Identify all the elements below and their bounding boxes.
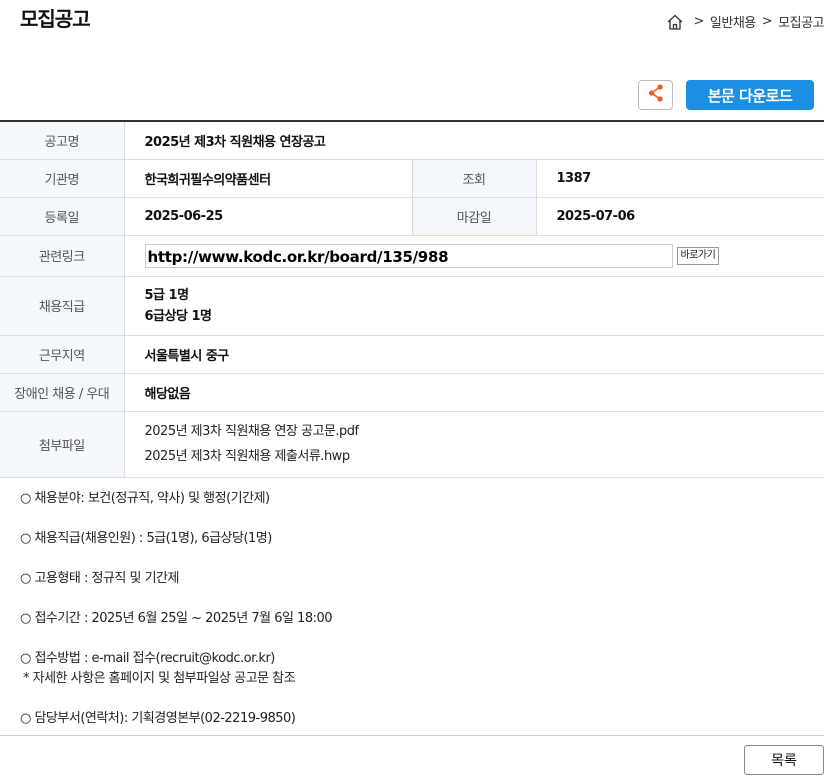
attachments-cell: 2025년 제3차 직원채용 연장 공고문.pdf 2025년 제3차 직원채용… — [124, 411, 824, 478]
attachment-link[interactable]: 2025년 제3차 직원채용 제출서류.hwp — [145, 444, 824, 469]
posting-info-table: 공고명 2025년 제3차 직원채용 연장공고 기관명 한국희귀필수의약품센터 … — [0, 120, 824, 478]
posting-title-value: 2025년 제3차 직원채용 연장공고 — [124, 121, 824, 160]
detail-note: * 자세한 사항은 홈페이지 및 첨부파일상 공고문 참조 — [23, 671, 296, 686]
detail-grade: ○ 채용직급(채용인원) : 5급(1명), 6급상당(1명) — [20, 531, 272, 546]
home-icon[interactable] — [666, 13, 684, 31]
breadcrumb: > 일반채용 > 모집공고 — [666, 12, 824, 31]
hiring-grade-label: 채용직급 — [0, 276, 125, 336]
table-row: 공고명 2025년 제3차 직원채용 연장공고 — [0, 121, 824, 160]
breadcrumb-item-recruitment[interactable]: 모집공고 — [778, 12, 824, 31]
share-icon — [647, 83, 665, 107]
work-location-value: 서울특별시 중구 — [124, 335, 824, 374]
registration-date-label: 등록일 — [0, 197, 125, 236]
views-label: 조회 — [412, 159, 537, 198]
disability-preference-value: 해당없음 — [124, 373, 824, 412]
organization-value: 한국희귀필수의약품센터 — [124, 159, 413, 198]
breadcrumb-item-general-hiring[interactable]: 일반채용 — [710, 12, 756, 31]
disability-preference-label: 장애인 채용 / 우대 — [0, 373, 125, 412]
divider — [0, 735, 824, 736]
related-link-field[interactable]: http://www.kodc.or.kr/board/135/988 — [144, 243, 673, 268]
table-row: 관련링크 http://www.kodc.or.kr/board/135/988… — [0, 235, 824, 277]
attachment-link[interactable]: 2025년 제3차 직원채용 연장 공고문.pdf — [145, 419, 824, 444]
work-location-label: 근무지역 — [0, 335, 125, 374]
detail-application-period: ○ 접수기간 : 2025년 6월 25일 ~ 2025년 7월 6일 18:0… — [20, 611, 333, 626]
download-body-button[interactable]: 본문 다운로드 — [686, 80, 814, 110]
table-row: 장애인 채용 / 우대 해당없음 — [0, 373, 824, 412]
table-row: 기관명 한국희귀필수의약품센터 조회 1387 — [0, 159, 824, 198]
share-button[interactable] — [638, 80, 673, 110]
list-button[interactable]: 목록 — [744, 745, 824, 775]
hiring-grade-item: 5급 1명 — [144, 287, 190, 303]
views-value: 1387 — [536, 159, 824, 198]
table-row: 근무지역 서울특별시 중구 — [0, 335, 824, 374]
table-row: 채용직급 5급 1명 6급상당 1명 — [0, 276, 824, 336]
hiring-grade-cell: 5급 1명 6급상당 1명 — [124, 276, 824, 336]
table-row: 등록일 2025-06-25 마감일 2025-07-06 — [0, 197, 824, 236]
posting-title-label: 공고명 — [0, 121, 125, 160]
go-link-button[interactable]: 바로가기 — [676, 246, 720, 265]
hiring-grade-item: 6급상당 1명 — [144, 308, 212, 324]
attachments-label: 첨부파일 — [0, 411, 125, 478]
organization-label: 기관명 — [0, 159, 125, 198]
detail-employment-type: ○ 고용형태 : 정규직 및 기간제 — [20, 571, 179, 586]
detail-contact: ○ 담당부서(연락처): 기획경영본부(02-2219-9850) — [20, 711, 296, 726]
detail-field: ○ 채용분야: 보건(정규직, 약사) 및 행정(기간제) — [20, 491, 270, 506]
breadcrumb-separator: > — [693, 14, 705, 29]
breadcrumb-separator: > — [761, 14, 773, 29]
detail-application-method: ○ 접수방법 : e-mail 접수(recruit@kodc.or.kr) — [20, 651, 275, 666]
deadline-label: 마감일 — [412, 197, 537, 236]
deadline-value: 2025-07-06 — [536, 197, 824, 236]
table-row: 첨부파일 2025년 제3차 직원채용 연장 공고문.pdf 2025년 제3차… — [0, 411, 824, 478]
registration-date-value: 2025-06-25 — [124, 197, 413, 236]
related-link-cell: http://www.kodc.or.kr/board/135/988 바로가기 — [124, 235, 824, 277]
related-link-label: 관련링크 — [0, 235, 125, 277]
page-title: 모집공고 — [20, 7, 91, 31]
